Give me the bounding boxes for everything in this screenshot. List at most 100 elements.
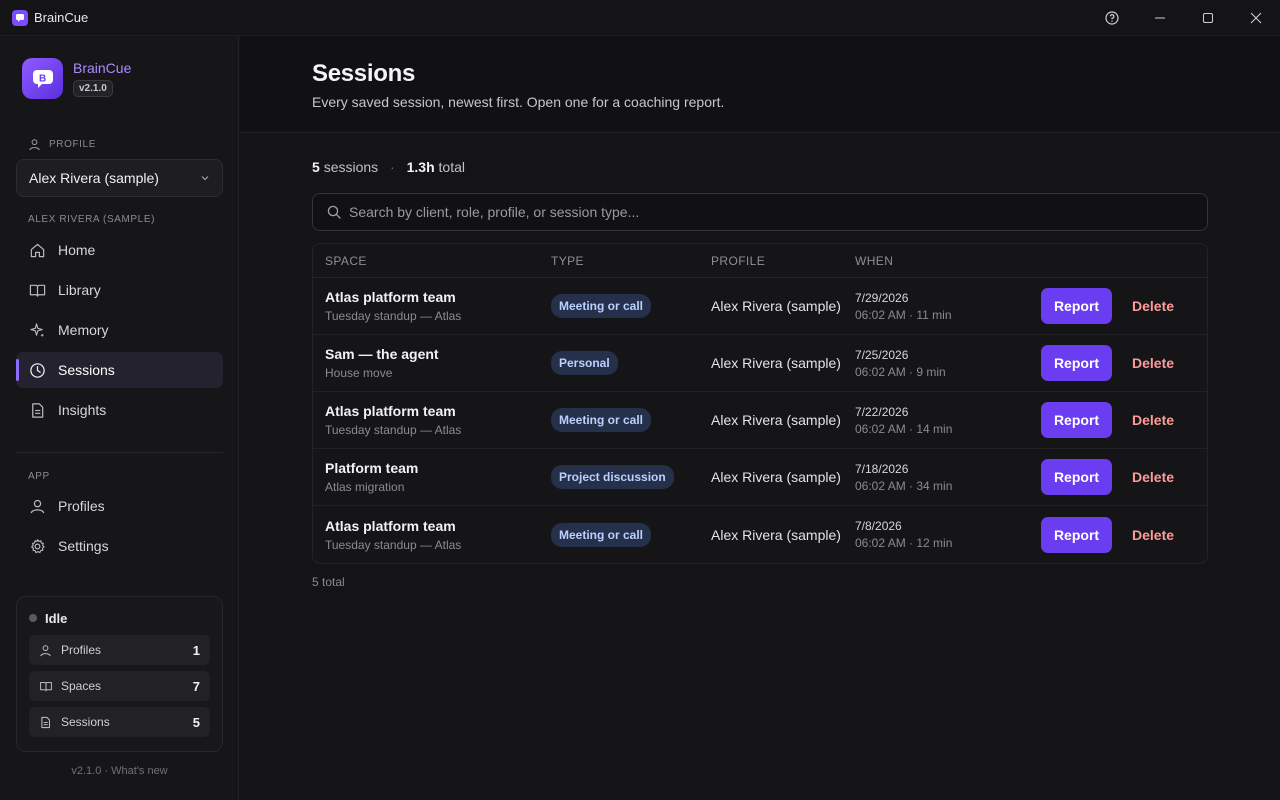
sparkle-icon bbox=[28, 321, 46, 339]
space-subtitle: Tuesday standup — Atlas bbox=[325, 423, 462, 437]
profile-select[interactable]: Alex Rivera (sample) bbox=[16, 159, 223, 197]
column-header-space: SPACE bbox=[325, 253, 367, 268]
user-icon bbox=[28, 497, 46, 515]
page-header: Sessions Every saved session, newest fir… bbox=[240, 36, 1280, 133]
type-badge: Project discussion bbox=[551, 465, 674, 489]
total-count: 5 total bbox=[312, 575, 345, 589]
chevron-down-icon bbox=[201, 176, 209, 181]
table-row[interactable]: Atlas platform team Tuesday standup — Atl… bbox=[313, 278, 1207, 335]
space-subtitle: Tuesday standup — Atlas bbox=[325, 309, 462, 323]
close-icon bbox=[1250, 12, 1262, 24]
report-button[interactable]: Report bbox=[1041, 288, 1112, 324]
session-time: 06:02 AM · 9 min bbox=[855, 364, 946, 379]
type-badge: Meeting or call bbox=[551, 408, 652, 432]
clock-icon bbox=[28, 361, 46, 379]
brand: B BrainCue v2.1.0 bbox=[22, 58, 131, 99]
search-input[interactable] bbox=[349, 204, 1189, 220]
nav-item-insights[interactable]: Insights bbox=[16, 392, 223, 428]
nav-item-settings[interactable]: Settings bbox=[16, 528, 223, 564]
brand-name: BrainCue bbox=[73, 60, 132, 76]
stat-count: 5 bbox=[192, 714, 200, 730]
report-button[interactable]: Report bbox=[1041, 345, 1112, 381]
minimize-button[interactable] bbox=[1136, 0, 1184, 36]
app-nav: Profiles Settings bbox=[16, 488, 223, 568]
status-indicator: Idle bbox=[29, 607, 210, 629]
space-name: Atlas platform team bbox=[325, 289, 456, 305]
sessions-table: SPACE TYPE PROFILE WHEN Atlas platform t… bbox=[312, 243, 1208, 564]
status-card: Idle Profiles 1 Spaces 7 Sessions 5 bbox=[16, 596, 223, 752]
table-row[interactable]: Platform team Atlas migration Project dis… bbox=[313, 449, 1207, 506]
document-icon bbox=[28, 401, 46, 419]
session-time: 06:02 AM · 14 min bbox=[855, 421, 953, 436]
profile-section-label: PROFILE bbox=[28, 138, 96, 151]
help-icon bbox=[1105, 11, 1119, 25]
session-date: 7/25/2026 bbox=[855, 347, 909, 362]
type-badge: Meeting or call bbox=[551, 522, 652, 547]
profile-name: Alex Rivera (sample) bbox=[711, 412, 841, 428]
report-button[interactable]: Report bbox=[1041, 459, 1112, 495]
main-content: Sessions Every saved session, newest fir… bbox=[240, 36, 1280, 800]
table-row[interactable]: Sam — the agent House move Personal Alex … bbox=[313, 335, 1207, 392]
nav-item-profiles[interactable]: Profiles bbox=[16, 488, 223, 524]
document-icon bbox=[39, 715, 53, 729]
table-row[interactable]: Atlas platform team Tuesday standup — Atl… bbox=[313, 506, 1207, 563]
stat-count: 7 bbox=[192, 678, 200, 694]
nav-item-home[interactable]: Home bbox=[16, 232, 223, 268]
space-name: Platform team bbox=[325, 460, 419, 476]
space-name: Atlas platform team bbox=[325, 403, 456, 419]
nav-item-library[interactable]: Library bbox=[16, 272, 223, 308]
session-time: 06:02 AM · 12 min bbox=[855, 536, 953, 550]
delete-button[interactable]: Delete bbox=[1132, 527, 1174, 543]
type-badge: Meeting or call bbox=[551, 294, 652, 318]
profile-select-value: Alex Rivera (sample) bbox=[29, 170, 159, 186]
session-date: 7/8/2026 bbox=[855, 519, 902, 533]
maximize-button[interactable] bbox=[1184, 0, 1232, 36]
stat-sessions[interactable]: Sessions 5 bbox=[29, 707, 210, 737]
delete-button[interactable]: Delete bbox=[1132, 355, 1174, 371]
stat-spaces[interactable]: Spaces 7 bbox=[29, 671, 210, 701]
report-button[interactable]: Report bbox=[1041, 516, 1112, 553]
search-icon bbox=[327, 205, 341, 219]
user-icon bbox=[39, 643, 53, 657]
column-header-profile: PROFILE bbox=[711, 253, 766, 268]
maximize-icon bbox=[1203, 13, 1213, 23]
home-icon bbox=[28, 241, 46, 259]
stat-count: 1 bbox=[192, 642, 200, 658]
gear-icon bbox=[28, 537, 46, 555]
delete-button[interactable]: Delete bbox=[1132, 412, 1174, 428]
session-time: 06:02 AM · 11 min bbox=[855, 307, 952, 322]
session-time: 06:02 AM · 34 min bbox=[855, 478, 953, 493]
book-icon bbox=[28, 281, 46, 299]
title-bar: BrainCue bbox=[0, 0, 1280, 36]
window-title: BrainCue bbox=[34, 10, 89, 25]
primary-nav: Home Library Memory Sessions Insights bbox=[16, 232, 223, 432]
nav-item-memory[interactable]: Memory bbox=[16, 312, 223, 348]
type-badge: Personal bbox=[551, 351, 618, 375]
sidebar-divider bbox=[16, 452, 223, 453]
help-button[interactable] bbox=[1088, 0, 1136, 36]
space-name: Atlas platform team bbox=[325, 517, 456, 534]
brand-logo-icon: B bbox=[22, 58, 63, 99]
profile-name: Alex Rivera (sample) bbox=[711, 526, 841, 543]
delete-button[interactable]: Delete bbox=[1132, 298, 1174, 314]
stat-profiles[interactable]: Profiles 1 bbox=[29, 635, 210, 665]
space-subtitle: Tuesday standup — Atlas bbox=[325, 537, 462, 552]
book-icon bbox=[39, 679, 53, 693]
close-button[interactable] bbox=[1232, 0, 1280, 36]
page-subtitle: Every saved session, newest first. Open … bbox=[312, 94, 725, 110]
profile-name: Alex Rivera (sample) bbox=[711, 298, 841, 314]
report-button[interactable]: Report bbox=[1041, 402, 1112, 438]
delete-button[interactable]: Delete bbox=[1132, 469, 1174, 485]
space-name: Sam — the agent bbox=[325, 346, 439, 362]
space-subtitle: House move bbox=[325, 366, 393, 380]
app-section-label: APP bbox=[28, 471, 50, 482]
column-header-when: WHEN bbox=[855, 253, 894, 268]
nav-item-sessions[interactable]: Sessions bbox=[16, 352, 223, 388]
svg-text:B: B bbox=[39, 73, 46, 84]
status-label: Idle bbox=[45, 610, 68, 626]
table-row[interactable]: Atlas platform team Tuesday standup — Atl… bbox=[313, 392, 1207, 449]
search-bar bbox=[312, 193, 1208, 231]
minimize-icon bbox=[1155, 17, 1165, 19]
whats-new-link[interactable]: v2.1.0 · What's new bbox=[0, 765, 239, 777]
session-date: 7/22/2026 bbox=[855, 404, 909, 419]
